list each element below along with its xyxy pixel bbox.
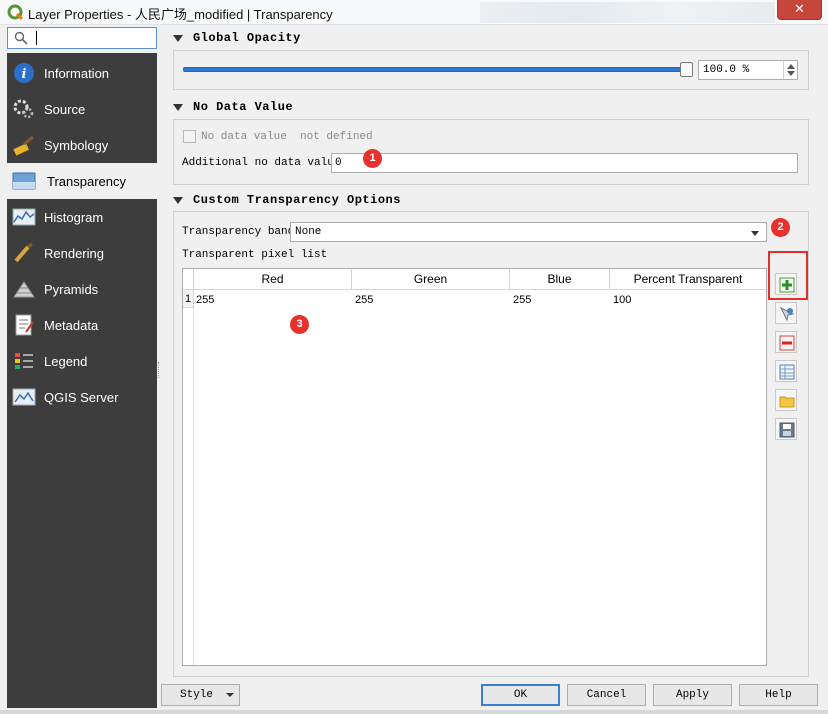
folder-icon: [779, 396, 795, 408]
column-header-percent[interactable]: Percent Transparent: [610, 269, 766, 290]
sidebar: i Information Source Symbology Transpare…: [7, 53, 157, 708]
svg-text:i: i: [22, 67, 27, 82]
legend-icon: [15, 353, 33, 369]
window-bottom-edge: [0, 710, 828, 714]
default-values-button[interactable]: [775, 360, 797, 382]
transparency-band-label: Transparency band: [182, 226, 295, 238]
search-input[interactable]: [7, 27, 157, 49]
add-from-display-button[interactable]: [775, 302, 797, 324]
add-value-button[interactable]: [775, 273, 797, 295]
ok-button[interactable]: OK: [481, 684, 560, 706]
chevron-down-icon: [751, 231, 759, 236]
no-data-group: [173, 119, 809, 185]
export-to-file-button[interactable]: [775, 418, 797, 440]
text-cursor: [36, 31, 37, 45]
style-dropdown-button[interactable]: Style: [161, 684, 240, 706]
additional-no-data-label: Additional no data value: [182, 157, 341, 169]
table-corner: [183, 269, 194, 290]
pyramids-icon: [13, 281, 35, 298]
table-header: Red Green Blue Percent Transparent: [183, 269, 766, 290]
column-header-red[interactable]: Red: [194, 269, 352, 290]
table-defaults-icon: [779, 364, 795, 380]
window-title: Layer Properties - 人民广场_modified | Trans…: [28, 7, 333, 22]
chevron-down-icon: [226, 693, 234, 697]
cancel-button[interactable]: Cancel: [567, 684, 646, 706]
qgis-server-icon: [12, 388, 36, 406]
annotation-badge-2: 2: [771, 218, 790, 237]
sidebar-item-legend[interactable]: Legend: [7, 343, 157, 379]
row-number-column: [183, 290, 194, 665]
sidebar-item-information[interactable]: i Information: [7, 55, 157, 91]
table-cell-green[interactable]: 255: [355, 294, 373, 306]
table-cell-red[interactable]: 255: [196, 294, 214, 306]
pick-from-display-icon: [779, 306, 795, 322]
annotation-badge-3: 3: [290, 315, 309, 334]
info-icon: i: [14, 63, 34, 83]
splitter-handle[interactable]: [158, 362, 161, 378]
no-data-checkbox[interactable]: [183, 130, 196, 143]
annotation-badge-1: 1: [363, 149, 382, 168]
sidebar-item-metadata[interactable]: Metadata: [7, 307, 157, 343]
collapse-arrow-icon: [173, 197, 183, 204]
apply-button[interactable]: Apply: [653, 684, 732, 706]
column-header-blue[interactable]: Blue: [510, 269, 610, 290]
remove-value-button[interactable]: [775, 331, 797, 353]
histogram-icon: [12, 208, 36, 226]
sidebar-item-histogram[interactable]: Histogram: [7, 199, 157, 235]
close-button[interactable]: ✕: [777, 0, 822, 20]
import-from-file-button[interactable]: [775, 389, 797, 411]
spin-down-icon[interactable]: [787, 71, 795, 76]
opacity-slider-handle[interactable]: [680, 62, 693, 77]
transparency-icon: [12, 172, 36, 190]
sidebar-item-rendering[interactable]: Rendering: [7, 235, 157, 271]
blurred-background: [480, 2, 775, 23]
sidebar-item-source[interactable]: Source: [7, 91, 157, 127]
pixel-list-label: Transparent pixel list: [182, 249, 328, 261]
transparency-band-select[interactable]: None: [290, 222, 767, 242]
search-icon: [14, 31, 28, 45]
source-icon: [13, 99, 34, 119]
spinbox-arrows[interactable]: [783, 61, 797, 79]
opacity-slider-track[interactable]: [183, 67, 687, 72]
no-data-checkbox-label: No data value not defined: [201, 131, 373, 143]
opacity-spinbox[interactable]: 100.0 %: [698, 60, 798, 80]
save-icon: [779, 422, 795, 438]
collapse-arrow-icon: [173, 104, 183, 111]
sidebar-item-transparency[interactable]: Transparency: [7, 163, 157, 199]
metadata-icon: [15, 314, 34, 336]
table-cell-percent[interactable]: 100: [613, 294, 631, 306]
pixel-table[interactable]: Red Green Blue Percent Transparent 1 255…: [182, 268, 767, 666]
additional-no-data-field[interactable]: 0: [331, 153, 798, 173]
rendering-icon: [14, 242, 33, 263]
spin-up-icon[interactable]: [787, 64, 795, 69]
symbology-icon: [13, 135, 34, 156]
remove-icon: [779, 335, 795, 351]
sidebar-item-pyramids[interactable]: Pyramids: [7, 271, 157, 307]
title-bar: Layer Properties - 人民广场_modified | Trans…: [0, 0, 828, 25]
qgis-logo-icon: [7, 4, 24, 21]
sidebar-item-qgis-server[interactable]: QGIS Server: [7, 379, 157, 415]
add-icon: [779, 277, 795, 293]
column-header-green[interactable]: Green: [352, 269, 510, 290]
sidebar-item-symbology[interactable]: Symbology: [7, 127, 157, 163]
table-cell-blue[interactable]: 255: [513, 294, 531, 306]
row-number[interactable]: 1: [183, 290, 194, 308]
help-button[interactable]: Help: [739, 684, 818, 706]
collapse-arrow-icon: [173, 35, 183, 42]
